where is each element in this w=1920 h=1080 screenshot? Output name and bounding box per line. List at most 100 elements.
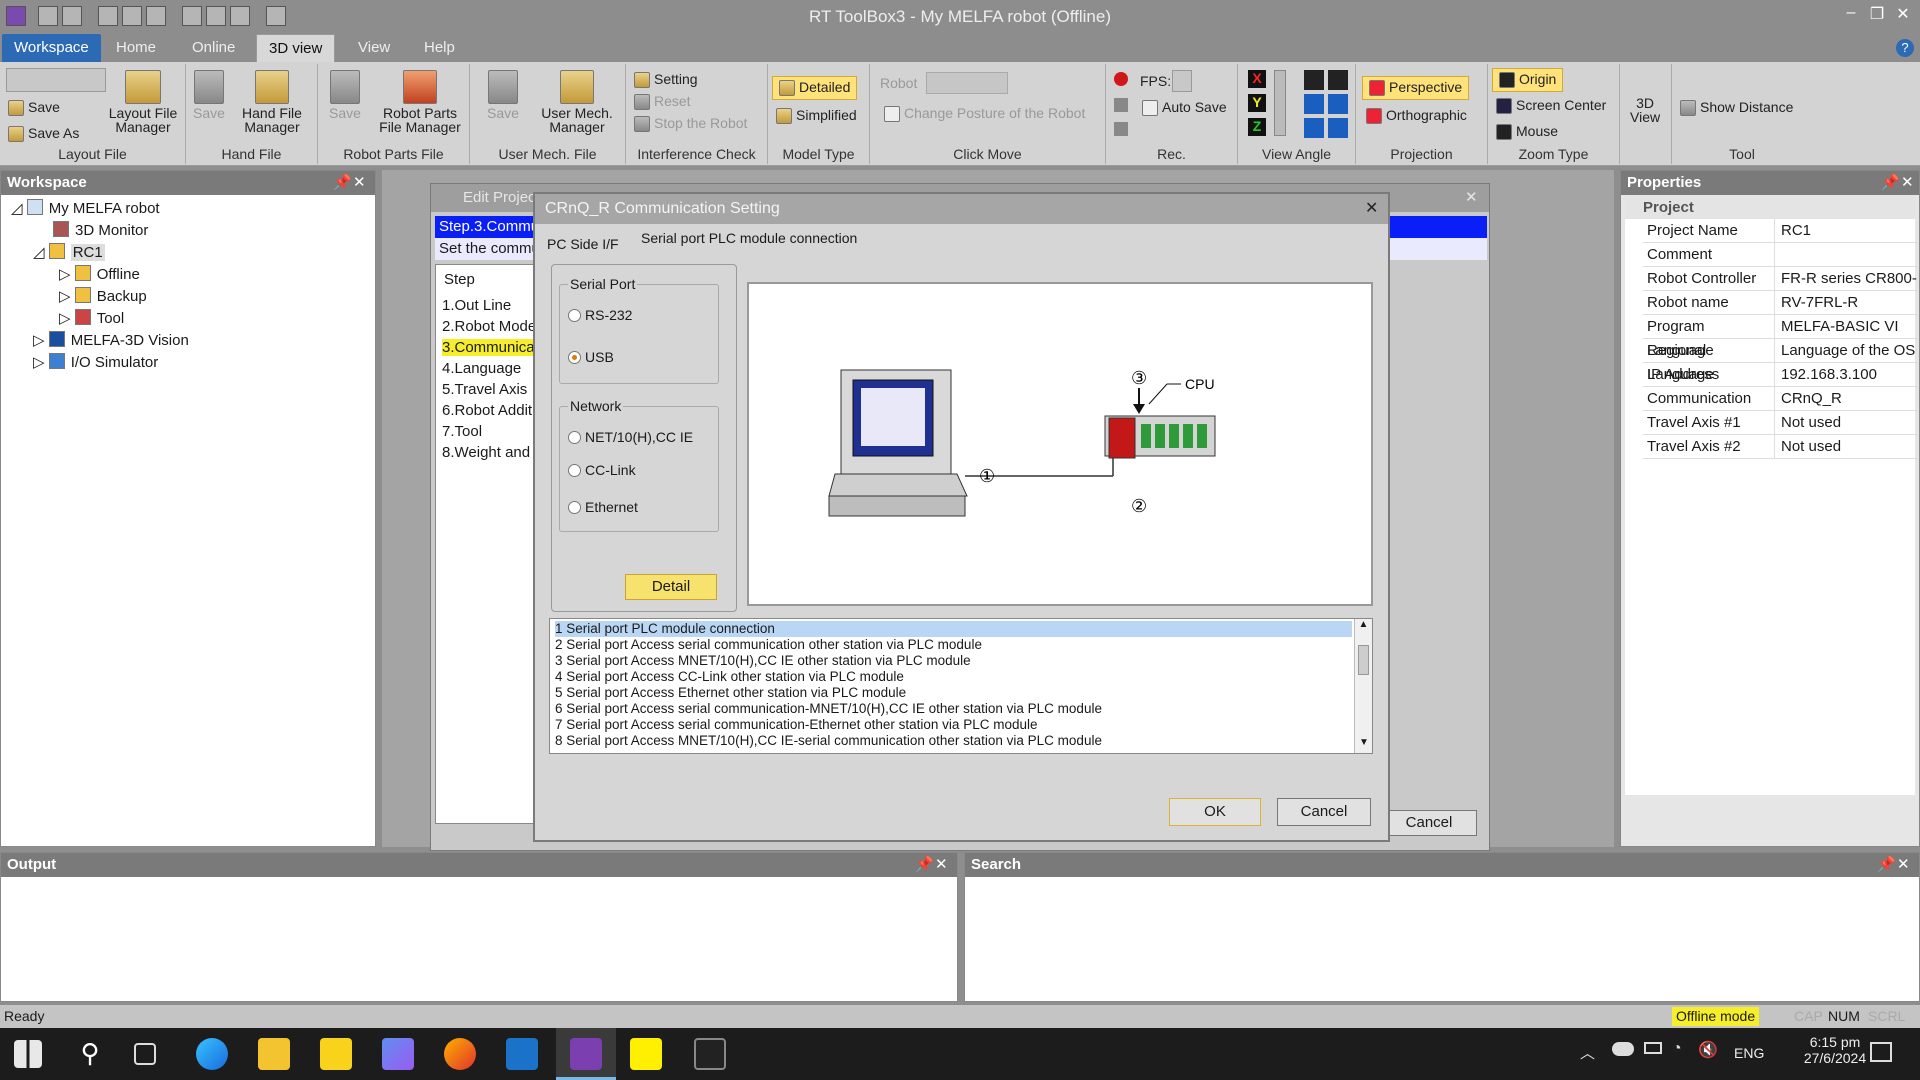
tab-3d-view[interactable]: 3D view bbox=[256, 34, 336, 62]
view-x-button[interactable]: X bbox=[1248, 70, 1266, 88]
connection-item[interactable]: 5 Serial port Access Ethernet other stat… bbox=[555, 685, 906, 701]
outlook-icon[interactable] bbox=[506, 1038, 538, 1070]
onedrive-icon[interactable] bbox=[1612, 1042, 1634, 1056]
help-icon[interactable]: ? bbox=[1896, 39, 1914, 57]
connection-item[interactable]: 8 Serial port Access MNET/10(H),CC IE-se… bbox=[555, 733, 1102, 749]
angle-spinner[interactable] bbox=[1274, 70, 1286, 136]
robot-parts-manager-button[interactable]: Robot Parts File Manager bbox=[374, 70, 466, 134]
scroll-up-icon[interactable]: ▲ bbox=[1355, 619, 1372, 630]
close-icon[interactable]: ✕ bbox=[935, 853, 948, 877]
ok-button[interactable]: OK bbox=[1169, 798, 1261, 826]
edit-close-icon[interactable]: ✕ bbox=[1465, 184, 1478, 212]
connection-list[interactable]: 1 Serial port PLC module connection 2 Se… bbox=[549, 618, 1373, 754]
pin-icon[interactable]: 📌 bbox=[1881, 171, 1900, 195]
scroll-down-icon[interactable]: ▼ bbox=[1359, 737, 1369, 748]
close-icon[interactable]: ✕ bbox=[353, 171, 366, 195]
start-icon[interactable] bbox=[14, 1040, 42, 1068]
property-row[interactable]: Robot name RV-7FRL-R bbox=[1643, 291, 1918, 315]
tray-chevron-icon[interactable]: ︿ bbox=[1580, 1042, 1595, 1063]
property-row[interactable]: IP Address 192.168.3.100 bbox=[1643, 363, 1918, 387]
show-distance-button[interactable]: Show Distance bbox=[1680, 100, 1793, 117]
pin-icon[interactable]: 📌 bbox=[333, 171, 352, 195]
tab-help[interactable]: Help bbox=[412, 34, 467, 62]
close-window-button[interactable]: ✕ bbox=[1892, 4, 1914, 26]
iso-view-3-icon[interactable] bbox=[1304, 94, 1324, 114]
auto-save-checkbox[interactable]: Auto Save bbox=[1142, 100, 1227, 117]
layout-save-as-button[interactable]: Save As bbox=[8, 126, 79, 143]
stop-record-icon[interactable] bbox=[1114, 98, 1128, 112]
tree-item-io-simulator[interactable]: ▷ I/O Simulator bbox=[33, 353, 158, 371]
connection-item[interactable]: 2 Serial port Access serial communicatio… bbox=[555, 637, 982, 653]
close-icon[interactable]: ✕ bbox=[1897, 853, 1910, 877]
tab-home[interactable]: Home bbox=[104, 34, 168, 62]
restore-button[interactable]: ❐ bbox=[1866, 4, 1888, 26]
wifi-icon[interactable]: ◔ bbox=[1672, 1040, 1682, 1058]
tree-item-vision[interactable]: ▷ MELFA-3D Vision bbox=[33, 331, 189, 349]
interference-reset-button[interactable]: Reset bbox=[634, 94, 691, 111]
iso-view-5-icon[interactable] bbox=[1304, 118, 1324, 138]
step-item[interactable]: 1.Out Line bbox=[442, 297, 511, 314]
user-mech-manager-button[interactable]: User Mech. Manager bbox=[532, 70, 622, 134]
orthographic-button[interactable]: Orthographic bbox=[1366, 108, 1467, 125]
sticky-notes-icon[interactable] bbox=[320, 1038, 352, 1070]
interference-setting-button[interactable]: Setting bbox=[634, 72, 698, 89]
iso-view-6-icon[interactable] bbox=[1328, 118, 1348, 138]
rt-toolbox-icon[interactable] bbox=[570, 1038, 602, 1070]
step-item[interactable]: 4.Language bbox=[442, 360, 521, 377]
volume-muted-icon[interactable]: 🔇 bbox=[1698, 1040, 1718, 1060]
step-item[interactable]: 6.Robot Additio bbox=[442, 402, 542, 419]
mech-save-button[interactable]: Save bbox=[486, 70, 520, 120]
firefox-icon[interactable] bbox=[444, 1038, 476, 1070]
robot-select[interactable] bbox=[926, 72, 1008, 94]
tree-item-rc1[interactable]: ◿ RC1 bbox=[33, 243, 105, 261]
property-row[interactable]: Project Name RC1 bbox=[1643, 219, 1918, 243]
language-indicator[interactable]: ENG bbox=[1734, 1045, 1764, 1061]
iso-view-1-icon[interactable] bbox=[1304, 70, 1324, 90]
notification-icon[interactable] bbox=[1870, 1042, 1892, 1062]
net10-radio[interactable]: NET/10(H),CC IE bbox=[568, 429, 693, 445]
layout-select[interactable] bbox=[6, 68, 106, 92]
zoom-mouse-button[interactable]: Mouse bbox=[1496, 124, 1558, 141]
property-row[interactable]: Travel Axis #1 Not used bbox=[1643, 411, 1918, 435]
tab-view[interactable]: View bbox=[346, 34, 402, 62]
hand-save-button[interactable]: Save bbox=[192, 70, 226, 120]
simplified-button[interactable]: Simplified bbox=[776, 108, 857, 125]
iso-view-4-icon[interactable] bbox=[1328, 94, 1348, 114]
pin-icon[interactable]: 📌 bbox=[1877, 853, 1896, 877]
media-icon[interactable] bbox=[382, 1038, 414, 1070]
close-icon[interactable]: ✕ bbox=[1901, 171, 1914, 195]
pin-icon[interactable]: 📌 bbox=[915, 853, 934, 877]
property-row[interactable]: Regional Language Language of the OS bbox=[1643, 339, 1918, 383]
minimize-button[interactable]: – bbox=[1840, 4, 1862, 26]
property-row[interactable]: Comment bbox=[1643, 243, 1918, 267]
yellow-app-icon[interactable] bbox=[630, 1038, 662, 1070]
step-item[interactable]: 7.Tool bbox=[442, 423, 482, 440]
tree-item-tool[interactable]: ▷ Tool bbox=[59, 309, 124, 327]
terminal-icon[interactable] bbox=[694, 1038, 726, 1070]
step-item[interactable]: 5.Travel Axis bbox=[442, 381, 527, 398]
connection-item[interactable]: 3 Serial port Access MNET/10(H),CC IE ot… bbox=[555, 653, 971, 669]
edit-cancel-button[interactable]: Cancel bbox=[1381, 810, 1477, 836]
cclink-radio[interactable]: CC-Link bbox=[568, 462, 636, 478]
property-row[interactable]: Program Language MELFA-BASIC VI bbox=[1643, 315, 1918, 359]
tree-item-offline[interactable]: ▷ Offline bbox=[59, 265, 140, 283]
file-explorer-icon[interactable] bbox=[258, 1038, 290, 1070]
rs232-radio[interactable]: RS-232 bbox=[568, 307, 632, 323]
connection-item[interactable]: 7 Serial port Access serial communicatio… bbox=[555, 717, 1037, 733]
list-scrollbar[interactable]: ▲ ▼ bbox=[1354, 619, 1372, 753]
search-icon[interactable]: ⚲ bbox=[74, 1038, 106, 1070]
hand-file-manager-button[interactable]: Hand File Manager bbox=[232, 70, 312, 134]
step-item[interactable]: 8.Weight and S bbox=[442, 444, 542, 461]
view-z-button[interactable]: Z bbox=[1248, 118, 1266, 136]
step-item-current[interactable]: 3.Communicati bbox=[442, 339, 542, 356]
perspective-button[interactable]: Perspective bbox=[1362, 76, 1470, 101]
battery-icon[interactable] bbox=[1644, 1042, 1662, 1054]
connection-item[interactable]: 6 Serial port Access serial communicatio… bbox=[555, 701, 1102, 717]
view-y-button[interactable]: Y bbox=[1248, 94, 1266, 112]
stop-robot-button[interactable]: Stop the Robot bbox=[634, 116, 747, 133]
tab-online[interactable]: Online bbox=[180, 34, 247, 62]
record-icon[interactable] bbox=[1114, 72, 1128, 86]
connection-item[interactable]: 4 Serial port Access CC-Link other stati… bbox=[555, 669, 904, 685]
step-item[interactable]: 2.Robot Model bbox=[442, 318, 540, 335]
ethernet-radio[interactable]: Ethernet bbox=[568, 499, 638, 515]
